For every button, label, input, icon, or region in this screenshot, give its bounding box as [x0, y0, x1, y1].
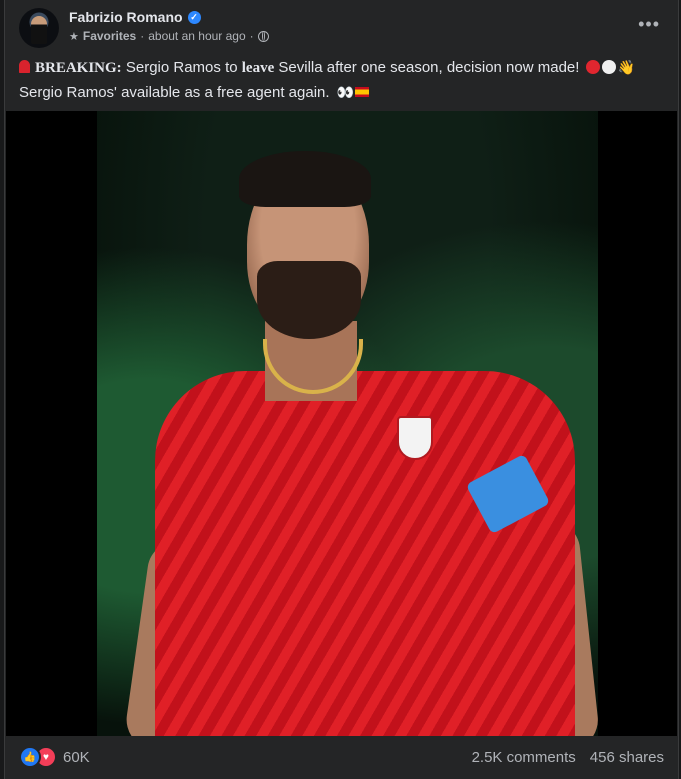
meta-separator: ·	[140, 29, 145, 43]
author-avatar[interactable]	[19, 8, 59, 48]
headline-part-1: Sergio Ramos to	[125, 59, 238, 76]
post-meta: ★ Favorites · about an hour ago ·	[69, 29, 269, 43]
post-timestamp[interactable]: about an hour ago	[148, 29, 245, 43]
photo-hair	[239, 151, 371, 207]
post-line-2: Sergio Ramos' available as a free agent …	[19, 80, 664, 105]
meta-separator: ·	[249, 29, 254, 43]
eyes-icon: 👀	[336, 84, 355, 100]
globe-icon	[257, 30, 269, 42]
post-line-1: BREAKING: Sergio Ramos to leave Sevilla …	[19, 55, 664, 80]
post-card: Fabrizio Romano ✓ ★ Favorites · about an…	[4, 0, 679, 779]
post-text: BREAKING: Sergio Ramos to leave Sevilla …	[19, 55, 664, 105]
like-icon: 👍	[19, 746, 41, 768]
waving-hand-icon: 👋	[617, 59, 636, 75]
star-icon: ★	[69, 30, 79, 43]
more-options-button[interactable]: •••	[638, 14, 660, 35]
author-row: Fabrizio Romano ✓	[69, 9, 201, 25]
spain-flag-icon	[355, 87, 370, 97]
photo-shirt	[155, 371, 575, 736]
avatar-figure	[31, 16, 47, 44]
photo-beard	[257, 261, 361, 339]
reaction-count[interactable]: 60K	[63, 749, 90, 766]
red-circle-icon	[585, 60, 600, 74]
author-name[interactable]: Fabrizio Romano	[69, 9, 183, 25]
club-crest	[397, 416, 433, 460]
breaking-label: BREAKING:	[35, 60, 122, 76]
siren-icon	[19, 60, 30, 73]
verified-icon: ✓	[187, 10, 201, 24]
post-image[interactable]	[97, 111, 598, 736]
audience-label[interactable]: Favorites	[83, 29, 136, 43]
comments-count[interactable]: 2.5K comments	[472, 749, 576, 766]
post-footer: 👍 ♥ 60K 2.5K comments 456 shares	[19, 745, 664, 769]
headline-part-2: Sevilla after one season, decision now m…	[278, 59, 580, 76]
post-line-2-text: Sergio Ramos' available as a free agent …	[19, 84, 330, 101]
shares-count[interactable]: 456 shares	[590, 749, 664, 766]
white-circle-icon	[601, 60, 616, 74]
headline-emphasis: leave	[241, 60, 275, 76]
reactions-summary[interactable]: 👍 ♥ 60K	[19, 746, 90, 768]
post-header: Fabrizio Romano ✓ ★ Favorites · about an…	[19, 8, 668, 48]
post-image-frame[interactable]	[6, 111, 677, 736]
